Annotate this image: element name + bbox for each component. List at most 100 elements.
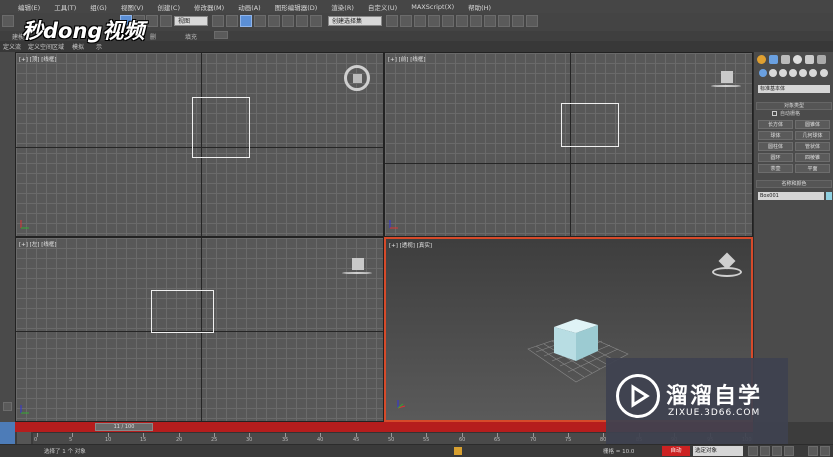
geosphere-button[interactable]: 几何球体 bbox=[795, 131, 830, 140]
percent-snap-icon[interactable] bbox=[296, 15, 308, 27]
hierarchy-tab-icon[interactable] bbox=[781, 55, 790, 64]
motion-tab-icon[interactable] bbox=[793, 55, 802, 64]
name-color-header[interactable]: 名称和颜色 bbox=[756, 180, 832, 188]
menu-customize[interactable]: 自定义(U) bbox=[361, 2, 404, 12]
align-icon[interactable] bbox=[400, 15, 412, 27]
teapot-button[interactable]: 茶壶 bbox=[758, 164, 793, 173]
graphite-ribbon-icon[interactable] bbox=[428, 15, 440, 27]
undo-icon[interactable] bbox=[2, 15, 14, 27]
window-crossing-icon[interactable] bbox=[160, 15, 172, 27]
autogrid-checkbox[interactable] bbox=[772, 111, 777, 116]
viewport-front[interactable]: [+] [前] [线框] bbox=[384, 52, 753, 237]
named-selection-set-dropdown[interactable]: 创建选择集 bbox=[328, 16, 382, 26]
menu-create[interactable]: 创建(C) bbox=[150, 2, 187, 12]
helpers-icon[interactable] bbox=[799, 69, 807, 77]
viewcube-front-icon[interactable] bbox=[721, 71, 733, 83]
rendered-frame-icon[interactable] bbox=[498, 15, 510, 27]
menu-graph-editors[interactable]: 图形编辑器(D) bbox=[268, 2, 325, 12]
mirror-icon[interactable] bbox=[386, 15, 398, 27]
menu-edit[interactable]: 编辑(E) bbox=[0, 2, 47, 12]
select-manipulate-icon[interactable] bbox=[240, 15, 252, 27]
menu-modifiers[interactable]: 修改器(M) bbox=[187, 2, 231, 12]
viewcube-left-icon[interactable] bbox=[352, 258, 364, 270]
pyramid-button[interactable]: 四棱锥 bbox=[795, 153, 830, 162]
systems-icon[interactable] bbox=[820, 69, 828, 77]
expand-arrow-icon[interactable] bbox=[3, 402, 12, 411]
menu-maxscript[interactable]: MAXScript(X) bbox=[404, 3, 461, 11]
object-type-header[interactable]: 对象类型 bbox=[756, 102, 832, 110]
cylinder-button[interactable]: 圆柱体 bbox=[758, 142, 793, 151]
keyboard-shortcut-icon[interactable] bbox=[254, 15, 266, 27]
shapes-icon[interactable] bbox=[769, 69, 777, 77]
reference-coordinate-dropdown[interactable]: 视图 bbox=[174, 16, 208, 26]
box-button[interactable]: 长方体 bbox=[758, 120, 793, 129]
ribbon-fill-label[interactable]: 填充 bbox=[185, 32, 197, 41]
menu-group[interactable]: 组(G) bbox=[83, 2, 114, 12]
angle-snap-icon[interactable] bbox=[282, 15, 294, 27]
menu-tools[interactable]: 工具(T) bbox=[47, 2, 83, 12]
cone-button[interactable]: 圆锥体 bbox=[795, 120, 830, 129]
key-filter-dropdown[interactable]: 选定对象 bbox=[693, 446, 743, 456]
spacewarps-icon[interactable] bbox=[809, 69, 817, 77]
zoom-icon[interactable] bbox=[808, 446, 818, 456]
modify-tab-icon[interactable] bbox=[769, 55, 778, 64]
tab-define-flow[interactable]: 定义流 bbox=[3, 42, 21, 51]
grid-status: 栅格 = 10.0 bbox=[603, 449, 635, 455]
render-production-icon[interactable] bbox=[512, 15, 524, 27]
box-perspective[interactable] bbox=[550, 315, 606, 365]
viewcube-perspective-icon[interactable] bbox=[712, 252, 742, 279]
move-icon[interactable] bbox=[226, 15, 238, 27]
auto-key-button[interactable]: 自动 bbox=[662, 446, 690, 456]
box-front-view[interactable] bbox=[561, 103, 619, 147]
pivot-icon[interactable] bbox=[212, 15, 224, 27]
viewport-front-label[interactable]: [+] [前] [线框] bbox=[388, 55, 425, 63]
ribbon-options-icon[interactable] bbox=[214, 31, 228, 39]
ribbon-delete-label[interactable]: 删 bbox=[150, 32, 156, 41]
sphere-button[interactable]: 球体 bbox=[758, 131, 793, 140]
play-icon[interactable] bbox=[772, 446, 782, 456]
category-dropdown[interactable]: 标准基本体 bbox=[758, 85, 830, 93]
next-frame-icon[interactable] bbox=[784, 446, 794, 456]
box-left-view[interactable] bbox=[151, 290, 214, 333]
viewport-left[interactable]: [+] [左] [线框] bbox=[15, 237, 384, 422]
spinner-snap-icon[interactable] bbox=[310, 15, 322, 27]
lock-selection-icon[interactable] bbox=[454, 447, 462, 455]
ruler-tick-label: 50 bbox=[388, 437, 395, 443]
render-setup-icon[interactable] bbox=[484, 15, 496, 27]
object-name-field[interactable]: Box001 bbox=[758, 192, 824, 200]
lights-icon[interactable] bbox=[779, 69, 787, 77]
track-bar-toggle-icon[interactable] bbox=[17, 432, 31, 444]
go-to-start-icon[interactable] bbox=[748, 446, 758, 456]
create-tab-icon[interactable] bbox=[757, 55, 766, 64]
menu-view[interactable]: 视图(V) bbox=[114, 2, 151, 12]
viewport-top[interactable]: [+] [顶] [线框] bbox=[15, 52, 384, 237]
pan-icon[interactable] bbox=[820, 446, 830, 456]
schematic-view-icon[interactable] bbox=[456, 15, 468, 27]
utilities-tab-icon[interactable] bbox=[817, 55, 826, 64]
render-iterative-icon[interactable] bbox=[526, 15, 538, 27]
display-tab-icon[interactable] bbox=[805, 55, 814, 64]
previous-frame-icon[interactable] bbox=[760, 446, 770, 456]
menu-animation[interactable]: 动画(A) bbox=[231, 2, 268, 12]
object-color-swatch[interactable] bbox=[826, 192, 832, 200]
tube-button[interactable]: 管状体 bbox=[795, 142, 830, 151]
torus-button[interactable]: 圆环 bbox=[758, 153, 793, 162]
menu-help[interactable]: 帮助(H) bbox=[461, 2, 498, 12]
viewcube-top-icon[interactable] bbox=[344, 65, 370, 91]
snap-toggle-icon[interactable] bbox=[268, 15, 280, 27]
geometry-icon[interactable] bbox=[759, 69, 767, 77]
region-select-icon[interactable] bbox=[146, 15, 158, 27]
viewport-top-label[interactable]: [+] [顶] [线框] bbox=[19, 55, 56, 63]
box-top-view[interactable] bbox=[192, 97, 250, 158]
viewport-left-label[interactable]: [+] [左] [线框] bbox=[19, 240, 56, 248]
menu-rendering[interactable]: 渲染(R) bbox=[324, 2, 361, 12]
layer-manager-icon[interactable] bbox=[414, 15, 426, 27]
time-slider[interactable]: 11 / 100 bbox=[95, 423, 153, 431]
watermark-title: 溜溜自学 bbox=[666, 384, 763, 409]
mini-curve-editor-icon[interactable] bbox=[0, 422, 15, 444]
viewport-perspective-label[interactable]: [+] [透视] [真实] bbox=[389, 241, 432, 249]
plane-button[interactable]: 平面 bbox=[795, 164, 830, 173]
cameras-icon[interactable] bbox=[789, 69, 797, 77]
material-editor-icon[interactable] bbox=[470, 15, 482, 27]
curve-editor-icon[interactable] bbox=[442, 15, 454, 27]
